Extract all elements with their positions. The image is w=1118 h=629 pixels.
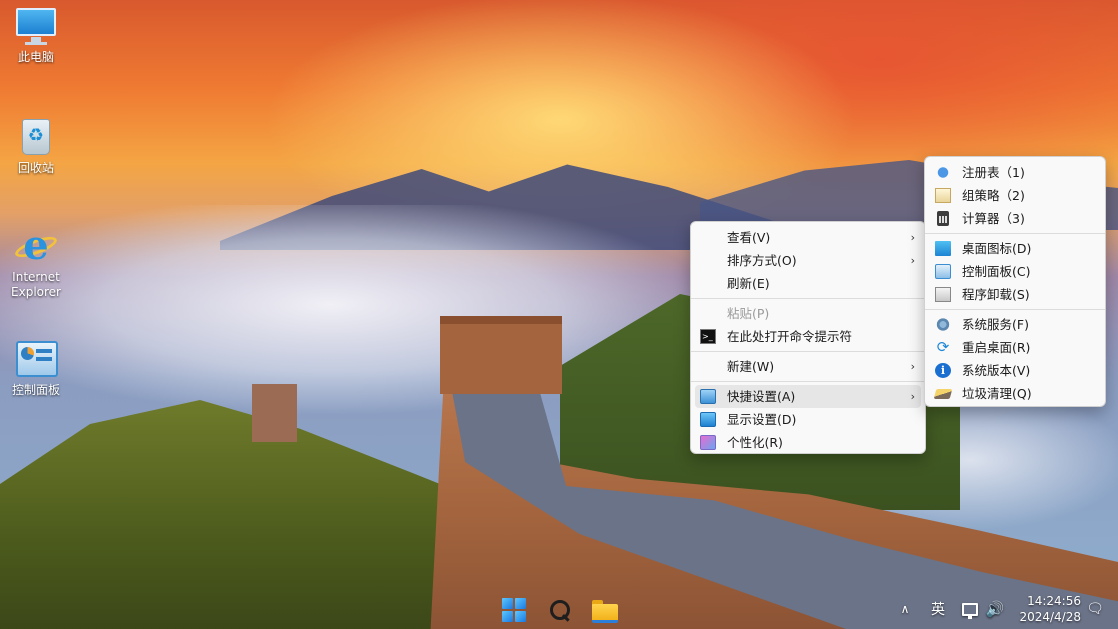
computer-icon xyxy=(14,6,58,46)
control-panel-icon xyxy=(935,264,951,279)
menu-item-quick-settings[interactable]: 快捷设置(A) › xyxy=(695,385,921,408)
taskbar: ∧ 英 🔊 14:24:56 2024/4/28 🗨 xyxy=(0,589,1118,629)
chevron-right-icon: › xyxy=(910,390,915,403)
wallpaper-watchtower xyxy=(440,316,562,394)
chevron-right-icon: › xyxy=(910,231,915,244)
tray-overflow-button[interactable]: ∧ xyxy=(897,589,913,629)
submenu-item-uninstall[interactable]: 程序卸载(S) xyxy=(925,283,1105,306)
menu-separator xyxy=(925,233,1105,234)
desktop-icon-this-pc[interactable]: 此电脑 xyxy=(0,6,72,65)
volume-button[interactable]: 🔊 xyxy=(985,589,1005,629)
network-button[interactable] xyxy=(961,589,979,629)
menu-item-paste: 粘贴(P) xyxy=(727,306,770,321)
quick-settings-icon xyxy=(700,389,716,404)
command-prompt-icon xyxy=(700,325,716,348)
desktop-context-menu: 查看(V) › 排序方式(O) › 刷新(E) 粘贴(P) 在此处打开命令提示符… xyxy=(690,221,926,454)
submenu-item-system-version[interactable]: i 系统版本(V) xyxy=(925,359,1105,382)
desktop-icon-recycle-bin[interactable]: ♻ 回收站 xyxy=(0,117,72,176)
registry-icon xyxy=(935,165,951,180)
menu-separator xyxy=(691,298,925,299)
personalize-icon xyxy=(700,435,716,450)
uninstall-icon xyxy=(935,287,951,302)
desktop-icon-label: Internet Explorer xyxy=(11,270,61,299)
menu-separator xyxy=(925,309,1105,310)
submenu-item-group-policy[interactable]: 组策略（2) xyxy=(925,184,1105,207)
notification-button[interactable]: 🗨 xyxy=(1085,589,1105,629)
submenu-item-control-panel[interactable]: 控制面板(C) xyxy=(925,260,1105,283)
menu-item-view[interactable]: 查看(V) › xyxy=(691,226,925,249)
control-panel-icon xyxy=(14,339,58,379)
services-icon xyxy=(935,317,951,332)
search-icon xyxy=(549,599,571,621)
chevron-right-icon: › xyxy=(910,360,915,373)
start-button[interactable] xyxy=(497,593,531,627)
restart-icon: ⟳ xyxy=(936,338,950,356)
speaker-icon: 🔊 xyxy=(985,600,1005,618)
folder-icon xyxy=(592,600,618,623)
desktop-icon-label: 回收站 xyxy=(17,161,54,175)
menu-item-sort-by[interactable]: 排序方式(O) › xyxy=(691,249,925,272)
menu-separator xyxy=(691,381,925,382)
menu-item-open-command-prompt[interactable]: 在此处打开命令提示符 xyxy=(691,325,925,348)
input-method-indicator[interactable]: 英 xyxy=(929,589,947,629)
notification-icon: 🗨 xyxy=(1086,601,1104,617)
submenu-item-desktop-icons[interactable]: 桌面图标(D) xyxy=(925,237,1105,260)
info-icon: i xyxy=(935,363,951,378)
chevron-up-icon: ∧ xyxy=(900,602,910,616)
desktop-icons-icon xyxy=(935,241,951,256)
windows-start-icon xyxy=(502,598,526,622)
calculator-icon xyxy=(937,211,949,226)
desktop-icon-internet-explorer[interactable]: e Internet Explorer xyxy=(0,226,72,300)
menu-separator xyxy=(691,351,925,352)
recycle-bin-icon: ♻ xyxy=(14,117,58,157)
submenu-item-restart-desktop[interactable]: ⟳ 重启桌面(R) xyxy=(925,336,1105,359)
clock-date: 2024/4/28 xyxy=(1019,610,1081,624)
clock-time: 14:24:56 xyxy=(1027,594,1081,608)
clock[interactable]: 14:24:56 2024/4/28 xyxy=(1015,589,1081,629)
group-policy-icon xyxy=(935,188,951,203)
submenu-item-calculator[interactable]: 计算器（3) xyxy=(925,207,1105,230)
cleanup-icon xyxy=(933,389,953,399)
network-icon xyxy=(962,602,978,619)
chevron-right-icon: › xyxy=(910,254,915,267)
desktop-icon-control-panel[interactable]: 控制面板 xyxy=(0,339,72,398)
internet-explorer-icon: e xyxy=(12,226,60,266)
display-settings-icon xyxy=(700,412,716,427)
desktop-icon-label: 此电脑 xyxy=(17,50,54,64)
menu-item-personalize[interactable]: 个性化(R) xyxy=(691,431,925,454)
wallpaper-watchtower-small xyxy=(252,384,297,442)
desktop-icon-label: 控制面板 xyxy=(11,383,60,397)
menu-item-refresh[interactable]: 刷新(E) xyxy=(691,272,925,295)
submenu-item-registry[interactable]: 注册表（1) xyxy=(925,161,1105,184)
search-button[interactable] xyxy=(543,593,577,627)
menu-item-display-settings[interactable]: 显示设置(D) xyxy=(691,408,925,431)
menu-item-new[interactable]: 新建(W) › xyxy=(691,355,925,378)
quick-settings-submenu: 注册表（1) 组策略（2) 计算器（3) 桌面图标(D) 控制面板(C) 程序卸… xyxy=(924,156,1106,407)
submenu-item-services[interactable]: 系统服务(F) xyxy=(925,313,1105,336)
submenu-item-cleanup[interactable]: 垃圾清理(Q) xyxy=(925,382,1105,405)
file-explorer-button[interactable] xyxy=(588,593,622,627)
